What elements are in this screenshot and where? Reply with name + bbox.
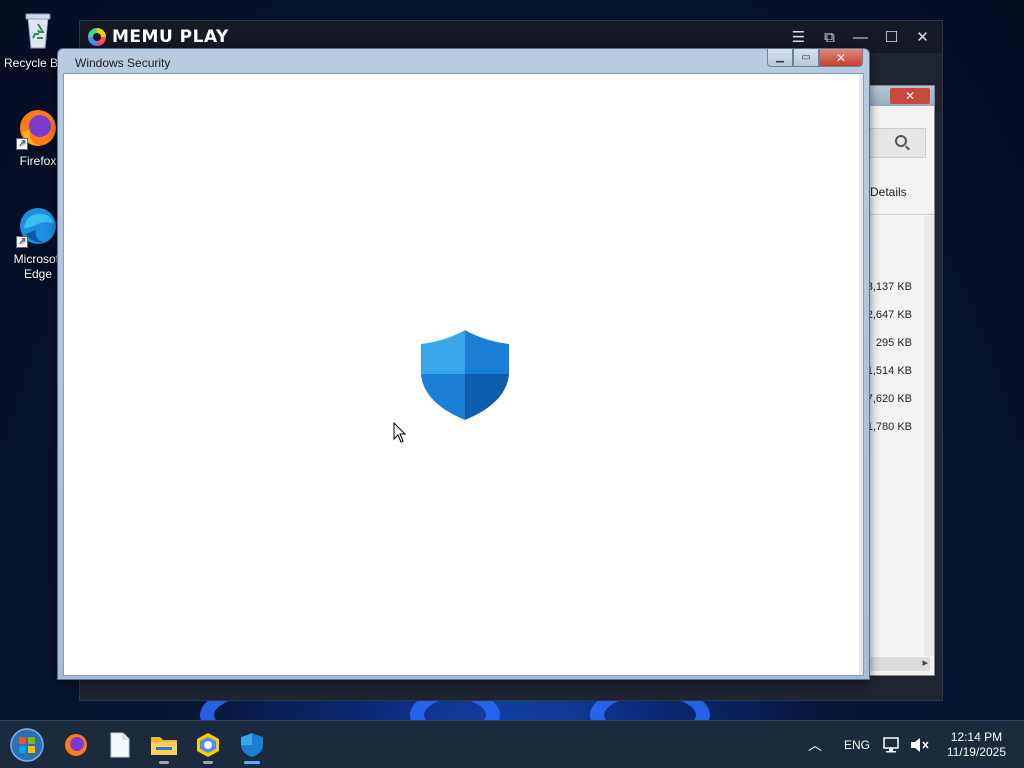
recycle-bin-icon bbox=[16, 8, 60, 52]
start-orb-icon bbox=[10, 728, 44, 762]
file-icon bbox=[110, 732, 130, 758]
windows-security-window[interactable]: Windows Security ▁ ▭ ✕ bbox=[57, 48, 870, 680]
volume-muted-icon[interactable] bbox=[910, 721, 930, 768]
chevron-up-icon: ︿ bbox=[808, 737, 822, 753]
task-manager-titlebar[interactable]: ✕ bbox=[866, 86, 934, 106]
search-box[interactable] bbox=[866, 128, 926, 158]
memu-logo-icon bbox=[88, 28, 106, 46]
file-explorer-icon bbox=[151, 737, 177, 755]
memory-value: 3,137 KB bbox=[866, 281, 912, 293]
memu-title: MEMU PLAY bbox=[112, 27, 229, 47]
taskbar: ︿ ENG 12:14 PM 11/19/2025 bbox=[0, 720, 1024, 768]
time: 12:14 PM bbox=[950, 730, 1003, 744]
windows-security-icon bbox=[241, 733, 263, 757]
vertical-scrollbar[interactable] bbox=[924, 216, 934, 656]
memu-logo: MEMU PLAY bbox=[88, 27, 229, 47]
close-icon[interactable]: ✕ bbox=[890, 88, 930, 104]
memory-value: 1,780 KB bbox=[866, 421, 912, 433]
windows-security-shield-icon bbox=[419, 326, 511, 422]
memory-value: 295 KB bbox=[875, 337, 912, 349]
start-button[interactable] bbox=[10, 728, 44, 762]
date: 11/19/2025 bbox=[946, 745, 1006, 759]
taskbar-windows-security[interactable] bbox=[236, 729, 268, 764]
show-hidden-icons[interactable]: ︿ bbox=[808, 721, 822, 768]
clock[interactable]: 12:14 PM 11/19/2025 bbox=[947, 730, 1006, 760]
memu-icon bbox=[197, 733, 219, 757]
memory-value: 1,514 KB bbox=[866, 365, 912, 377]
edge-icon bbox=[16, 204, 60, 249]
desktop-icon-label: Recycle Bin bbox=[4, 56, 60, 70]
horizontal-scrollbar[interactable] bbox=[866, 656, 930, 671]
maximize-button[interactable]: ▭ bbox=[793, 49, 819, 67]
taskbar-file[interactable] bbox=[104, 729, 136, 761]
menu-icon[interactable]: ☰ bbox=[785, 25, 812, 49]
network-icon[interactable] bbox=[883, 721, 901, 768]
maximize-icon[interactable]: ☐ bbox=[878, 25, 905, 49]
security-content bbox=[63, 73, 864, 676]
language-indicator[interactable]: ENG bbox=[844, 721, 870, 768]
tab-details[interactable]: Details bbox=[870, 185, 907, 199]
window-title: Windows Security bbox=[75, 56, 171, 70]
memory-value: 2,647 KB bbox=[866, 309, 912, 321]
taskbar-firefox[interactable] bbox=[60, 729, 92, 761]
minimize-icon[interactable]: — bbox=[847, 25, 874, 49]
vertical-scrollbar[interactable] bbox=[859, 74, 863, 675]
memory-value: 7,620 KB bbox=[866, 393, 912, 405]
shortcut-arrow-icon bbox=[16, 234, 28, 249]
taskbar-file-explorer[interactable] bbox=[148, 729, 180, 764]
close-icon[interactable]: ✕ bbox=[909, 25, 936, 49]
shortcut-arrow-icon bbox=[16, 136, 28, 151]
firefox-icon bbox=[65, 734, 87, 756]
mouse-cursor-icon bbox=[393, 421, 407, 444]
task-manager-window[interactable]: ✕ Details 3,137 KB 2,647 KB 295 KB 1,514… bbox=[865, 85, 935, 676]
minimize-button[interactable]: ▁ bbox=[767, 49, 793, 67]
taskbar-memu[interactable] bbox=[192, 729, 224, 764]
search-icon bbox=[895, 135, 907, 147]
firefox-icon bbox=[16, 106, 60, 151]
screen-icon[interactable]: ⧉ bbox=[816, 25, 843, 49]
close-button[interactable]: ✕ bbox=[819, 49, 863, 67]
